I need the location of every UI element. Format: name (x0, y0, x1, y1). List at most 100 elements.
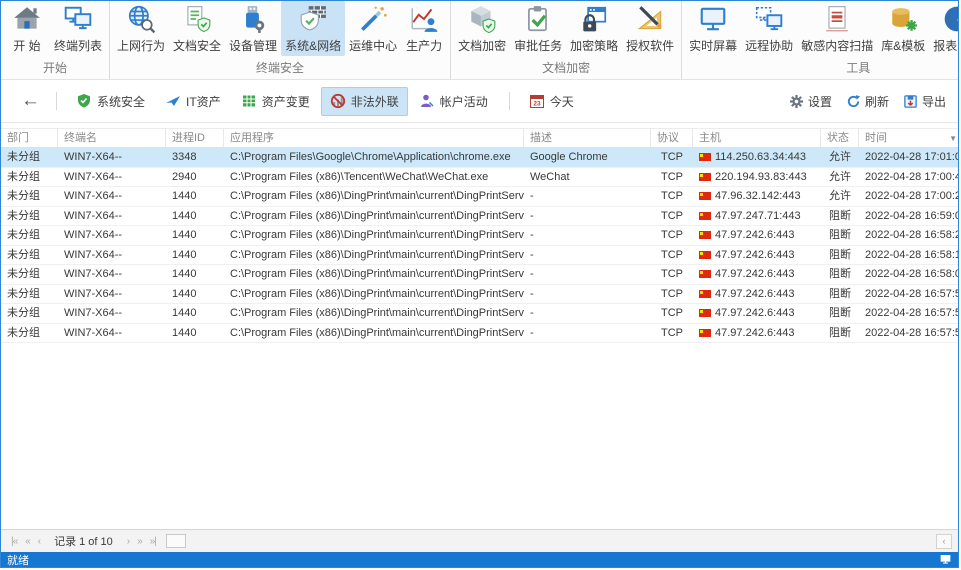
column-header-status[interactable]: 状态 (821, 129, 859, 147)
cell-dept: 未分组 (1, 168, 58, 187)
table-row[interactable]: 未分组WIN7-X64--2940C:\Program Files (x86)\… (1, 168, 958, 188)
settings-button[interactable]: 设置 (789, 93, 832, 110)
library-template-icon (888, 4, 918, 34)
column-header-host[interactable]: 主机 (693, 129, 821, 147)
status-bar: 就绪 (1, 552, 958, 567)
horizontal-scroll-arrow[interactable]: ‹ (936, 534, 952, 549)
column-header-terminal[interactable]: 终端名 (58, 129, 166, 147)
table-row[interactable]: 未分组WIN7-X64--1440C:\Program Files (x86)\… (1, 226, 958, 246)
cell-status: 阻断 (821, 207, 859, 226)
ribbon-button-system-network[interactable]: 系统&网络 (281, 1, 345, 56)
export-button[interactable]: 导出 (903, 93, 946, 110)
secondary-toolbar: ← 系统安全 IT资产 资产变更 非法外联 帐户活动 23 今天 (1, 80, 958, 123)
cell-app: C:\Program Files (x86)\DingPrint\main\cu… (224, 226, 524, 245)
cell-status: 允许 (821, 187, 859, 206)
ribbon-button-library-template[interactable]: 库&模板 (877, 1, 929, 56)
table-row[interactable]: 未分组WIN7-X64--1440C:\Program Files (x86)\… (1, 246, 958, 266)
china-flag-icon (699, 329, 711, 337)
pager-edit-box[interactable] (166, 534, 186, 548)
ribbon-button-encrypt-policy[interactable]: 加密策略 (566, 1, 622, 56)
ribbon-button-web-behavior[interactable]: 上网行为 (113, 1, 169, 56)
ribbon-button-label: 库&模板 (881, 37, 925, 54)
ribbon-button-home[interactable]: 开 始 (4, 1, 50, 56)
ribbon-group-label: 工具 (685, 58, 959, 79)
ribbon-button-doc-security[interactable]: 文档安全 (169, 1, 225, 56)
tab-asset-change[interactable]: 资产变更 (232, 87, 319, 116)
ribbon-button-label: 实时屏幕 (689, 37, 737, 54)
pager-first-button[interactable]: |« (7, 536, 21, 547)
ribbon-button-report-center[interactable]: 报表中心 (929, 1, 959, 56)
tab-illegal-connection[interactable]: 非法外联 (321, 87, 408, 116)
ribbon: 开 始 终端列表 开始 上网行为 文档安全 (1, 1, 958, 80)
cell-protocol: TCP (651, 187, 693, 206)
cell-desc: - (524, 246, 651, 265)
ribbon-button-productivity[interactable]: 生产力 (401, 1, 447, 56)
cell-app: C:\Program Files\Google\Chrome\Applicati… (224, 148, 524, 167)
cell-status: 阻断 (821, 246, 859, 265)
cell-app: C:\Program Files (x86)\Tencent\WeChat\We… (224, 168, 524, 187)
pager-next-page-button[interactable]: » (133, 536, 146, 547)
pager-prev-page-button[interactable]: « (21, 536, 34, 547)
cell-dept: 未分组 (1, 304, 58, 323)
ribbon-button-doc-encrypt[interactable]: 文档加密 (454, 1, 510, 56)
ribbon-button-label: 设备管理 (229, 37, 277, 54)
ribbon-button-ops-center[interactable]: 运维中心 (345, 1, 401, 56)
table-row[interactable]: 未分组WIN7-X64--1440C:\Program Files (x86)\… (1, 207, 958, 227)
tab-account-activity[interactable]: 帐户活动 (410, 87, 497, 116)
remote-assist-icon (754, 4, 784, 34)
cell-app: C:\Program Files (x86)\DingPrint\main\cu… (224, 187, 524, 206)
column-header-time-label: 时间 (865, 132, 887, 144)
cell-protocol: TCP (651, 285, 693, 304)
cell-terminal: WIN7-X64-- (58, 148, 166, 167)
ribbon-button-licensed-software[interactable]: 授权软件 (622, 1, 678, 56)
back-button[interactable]: ← (15, 90, 46, 112)
refresh-button[interactable]: 刷新 (846, 93, 889, 110)
ribbon-button-approval-task[interactable]: 审批任务 (510, 1, 566, 56)
cell-pid: 1440 (166, 324, 224, 343)
pager-record-text: 记录 1 of 10 (54, 533, 113, 549)
realtime-screen-icon (698, 4, 728, 34)
tab-it-asset[interactable]: IT资产 (156, 87, 230, 116)
ribbon-button-realtime-screen[interactable]: 实时屏幕 (685, 1, 741, 56)
tab-system-security[interactable]: 系统安全 (67, 87, 154, 116)
column-filter-dropdown-icon[interactable]: ▼ (949, 129, 957, 147)
table-row[interactable]: 未分组WIN7-X64--1440C:\Program Files (x86)\… (1, 324, 958, 344)
china-flag-icon (699, 251, 711, 259)
column-header-time[interactable]: 时间 ▼ (859, 129, 958, 147)
ribbon-button-device-mgmt[interactable]: 设备管理 (225, 1, 281, 56)
asset-change-icon (241, 93, 257, 109)
pager-prev-button[interactable]: ‹ (34, 536, 44, 547)
china-flag-icon (699, 153, 711, 161)
column-header-protocol[interactable]: 协议 (651, 129, 693, 147)
cell-pid: 1440 (166, 265, 224, 284)
table-row[interactable]: 未分组WIN7-X64--1440C:\Program Files (x86)\… (1, 304, 958, 324)
cell-protocol: TCP (651, 246, 693, 265)
cell-terminal: WIN7-X64-- (58, 324, 166, 343)
ribbon-button-terminal-list[interactable]: 终端列表 (50, 1, 106, 56)
column-header-desc[interactable]: 描述 (524, 129, 651, 147)
system-network-icon (298, 4, 328, 34)
pager-next-button[interactable]: › (123, 536, 133, 547)
ribbon-button-sensitive-scan[interactable]: 敏感内容扫描 (797, 1, 877, 56)
table-row[interactable]: 未分组WIN7-X64--3348C:\Program Files\Google… (1, 148, 958, 168)
table-row[interactable]: 未分组WIN7-X64--1440C:\Program Files (x86)\… (1, 285, 958, 305)
cell-time: 2022-04-28 16:58:01 (859, 265, 958, 284)
table-row[interactable]: 未分组WIN7-X64--1440C:\Program Files (x86)\… (1, 265, 958, 285)
cell-app: C:\Program Files (x86)\DingPrint\main\cu… (224, 207, 524, 226)
column-header-dept[interactable]: 部门 (1, 129, 58, 147)
pager-last-button[interactable]: »| (146, 536, 160, 547)
cell-time: 2022-04-28 16:58:29 (859, 226, 958, 245)
column-header-app[interactable]: 应用程序 (224, 129, 524, 147)
data-grid: 部门 终端名 进程ID 应用程序 描述 协议 主机 状态 时间▼ 未分组WIN7… (1, 123, 958, 567)
ribbon-button-remote-assist[interactable]: 远程协助 (741, 1, 797, 56)
column-header-pid[interactable]: 进程ID (166, 129, 224, 147)
cell-dept: 未分组 (1, 265, 58, 284)
web-behavior-icon (126, 4, 156, 34)
ribbon-button-label: 上网行为 (117, 37, 165, 54)
status-monitor-icon[interactable] (939, 554, 952, 565)
cell-protocol: TCP (651, 324, 693, 343)
table-row[interactable]: 未分组WIN7-X64--1440C:\Program Files (x86)\… (1, 187, 958, 207)
cell-time: 2022-04-28 16:58:10 (859, 246, 958, 265)
cell-status: 阻断 (821, 265, 859, 284)
date-filter-today[interactable]: 23 今天 (520, 87, 583, 116)
